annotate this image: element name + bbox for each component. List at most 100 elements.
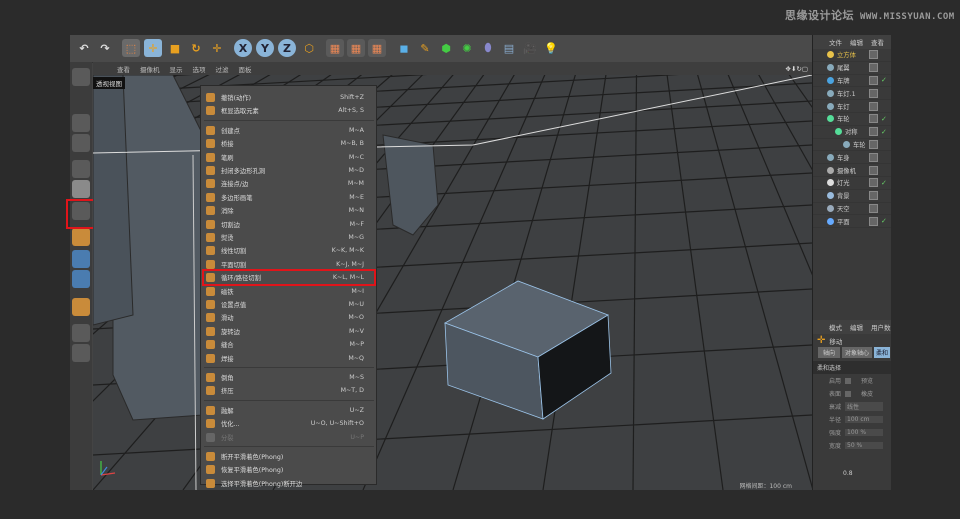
deformer-icon[interactable]: ⬮ [479,39,497,57]
y-axis-icon[interactable]: Y [256,39,274,57]
menu-item[interactable]: 框显选取元素 Alt+S, S [201,104,376,117]
layer-tag-icon[interactable] [869,63,878,73]
menu-filter[interactable]: 过滤 [216,64,229,74]
cube-icon[interactable]: ◼ [395,39,413,57]
layer-tag-icon[interactable] [869,152,878,162]
model-mode-icon[interactable] [72,114,90,132]
menu-item[interactable]: 创建点 M~A [201,124,376,137]
object-row[interactable]: 天空 [813,203,891,216]
field-value[interactable]: 100 % [845,429,883,436]
menu-item[interactable]: 切割边 M~F [201,218,376,231]
viewport-nav-icons[interactable]: ✥⬇↻▢ [786,65,808,73]
object-row[interactable]: 车轮 [813,139,891,152]
object-row[interactable]: 背景 [813,190,891,203]
layer-tag-icon[interactable] [869,127,878,137]
menu-item[interactable]: 桥接 M~B, B [201,137,376,150]
layer-tag-icon[interactable] [869,178,878,188]
checkbox[interactable] [845,390,851,397]
select-icon[interactable]: ⬚ [122,39,140,57]
pen-icon[interactable]: ✎ [416,39,434,57]
menu-item[interactable]: 优化... U~O, U~Shift+O [201,417,376,430]
grid-icon[interactable] [72,344,90,362]
layer-tag-icon[interactable] [869,191,878,201]
object-row[interactable]: 尾翼 [813,62,891,75]
rotate-icon[interactable]: ↻ [187,39,205,57]
object-row[interactable]: 车牌 ✓ [813,75,891,88]
layer-tag-icon[interactable] [869,50,878,60]
menu-options[interactable]: 选项 [193,64,206,74]
check-icon[interactable]: ✓ [881,179,887,187]
menu-item[interactable]: 笔刷 M~C [201,151,376,164]
menu-item[interactable]: 连接点/边 M~M [201,177,376,190]
checkbox[interactable] [845,377,851,384]
render-settings-icon[interactable]: ▦ [368,39,386,57]
menu-item[interactable]: 多边形画笔 M~E [201,191,376,204]
menu-panel[interactable]: 面板 [239,64,252,74]
menu-item[interactable]: 融解 U~Z [201,404,376,417]
menu-item[interactable]: 选择平滑着色(Phong)断开边 [201,477,376,490]
menu-item[interactable]: 消除 M~N [201,204,376,217]
menu-item[interactable]: 磁铁 M~I [201,285,376,298]
field-value[interactable]: 100 cm [845,416,883,423]
subdivision-icon[interactable]: ⬢ [437,39,455,57]
layer-tag-icon[interactable] [869,75,878,85]
field-value[interactable]: 50 % [845,442,883,449]
object-row[interactable]: 车灯.1 [813,87,891,101]
menu-cameras[interactable]: 摄像机 [140,64,160,74]
check-icon[interactable]: ✓ [881,76,887,84]
field-value[interactable]: 线性 [845,402,883,411]
menu-item[interactable]: 滑动 M~O [201,311,376,324]
menu-edit[interactable]: 编辑 [850,322,863,332]
z-axis-icon[interactable]: Z [278,39,296,57]
redo-icon[interactable]: ↷ [96,39,114,57]
object-row[interactable]: 立方体 [813,49,891,62]
menu-item[interactable]: 旋转边 M~V [201,325,376,338]
tweak-icon[interactable] [72,250,90,268]
menu-user-data[interactable]: 用户数 [871,322,891,332]
lock-icon[interactable] [72,324,90,342]
transform-icon[interactable]: ✛ [208,39,226,57]
layer-tag-icon[interactable] [869,88,878,98]
edges-mode-icon[interactable] [72,180,90,198]
object-row[interactable]: 车轮 ✓ [813,113,891,126]
layer-tag-icon[interactable] [869,216,878,226]
camera-icon[interactable]: 🎥 [521,39,539,57]
object-row[interactable]: 对称 ✓ [813,126,891,139]
floor-icon[interactable]: ▤ [500,39,518,57]
menu-item[interactable]: 挤压 M~T, D [201,384,376,397]
check-icon[interactable]: ✓ [881,217,887,225]
points-mode-icon[interactable] [72,160,90,178]
menu-mode[interactable]: 模式 [829,322,842,332]
undo-icon[interactable]: ↶ [75,39,93,57]
menu-item[interactable]: 缝合 M~P [201,338,376,351]
menu-edit[interactable]: 编辑 [850,37,863,47]
layer-tag-icon[interactable] [869,114,878,124]
render-view-icon[interactable]: ▦ [326,39,344,57]
menu-item[interactable]: 焊接 M~Q [201,352,376,365]
object-row[interactable]: 平面 ✓ [813,215,891,229]
menu-display[interactable]: 显示 [170,64,183,74]
layer-tag-icon[interactable] [869,203,878,213]
menu-item[interactable]: 撤销(动作) Shift+Z [201,91,376,104]
menu-item[interactable]: 恢复平滑着色(Phong) [201,463,376,476]
menu-view[interactable]: 查看 [117,64,130,74]
menu-item[interactable]: 线性切割 K~K, M~K [201,244,376,257]
scale-icon[interactable]: ■ [166,39,184,57]
menu-file[interactable]: 文件 [829,37,842,47]
layer-tag-icon[interactable] [869,101,878,111]
layer-tag-icon[interactable] [869,139,878,149]
mode-icon[interactable] [72,68,90,86]
object-row[interactable]: 灯光 ✓ [813,177,891,190]
axis-icon[interactable] [72,228,90,246]
menu-item[interactable]: 断开平滑着色(Phong) [201,450,376,463]
texture-mode-icon[interactable] [72,134,90,152]
layer-tag-icon[interactable] [869,165,878,175]
menu-view[interactable]: 查看 [871,37,884,47]
menu-item[interactable]: 设置点值 M~U [201,298,376,311]
tab-soft[interactable]: 柔和 [874,347,891,358]
check-icon[interactable]: ✓ [881,115,887,123]
menu-item[interactable]: 封闭多边形孔洞 M~D [201,164,376,177]
world-coords-icon[interactable]: ⬡ [300,39,318,57]
object-row[interactable]: 车身 [813,151,891,165]
snap-icon[interactable] [72,270,90,288]
